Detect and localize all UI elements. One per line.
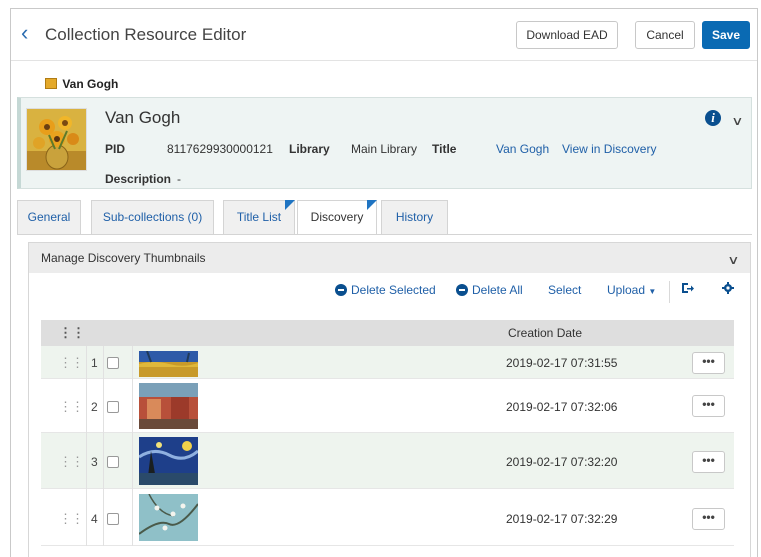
tab-bar: General Sub-collections (0) Title List D… <box>17 200 752 235</box>
tab-flag-icon <box>285 200 295 210</box>
creation-date: 2019-02-17 07:32:06 <box>506 400 618 414</box>
cell-divider <box>103 433 104 489</box>
thumbnails-toolbar: Delete Selected Delete All Select Upload… <box>29 281 750 305</box>
tab-label: History <box>395 210 434 224</box>
table-row[interactable]: ⋮⋮ 3 2019-02-17 07:32:20 ••• <box>41 433 734 489</box>
download-ead-button[interactable]: Download EAD <box>516 21 618 49</box>
upload-button[interactable]: Upload ▼ <box>607 283 656 297</box>
cancel-button[interactable]: Cancel <box>635 21 695 49</box>
tab-general[interactable]: General <box>17 200 81 234</box>
row-number: 2 <box>91 400 98 414</box>
delete-all-button[interactable]: Delete All <box>456 283 523 297</box>
description-label: Description <box>105 172 172 186</box>
pid-label: PID <box>105 142 126 156</box>
tab-sub-collections[interactable]: Sub-collections (0) <box>91 200 214 234</box>
drag-handle-icon: ⋮⋮ <box>59 325 85 340</box>
cell-divider <box>86 489 87 546</box>
delete-all-label: Delete All <box>472 283 523 297</box>
table-row[interactable]: ⋮⋮ 4 2019-02-17 07:32:29 ••• <box>41 489 734 546</box>
cell-divider <box>86 346 87 379</box>
tab-label: Title List <box>236 210 282 224</box>
library-label: Library <box>289 142 330 156</box>
cell-divider <box>86 379 87 433</box>
library-value: Main Library <box>351 142 418 156</box>
chevron-down-icon[interactable]: ∨ <box>731 114 743 128</box>
drag-handle-icon[interactable]: ⋮⋮ <box>59 355 84 371</box>
caret-down-icon: ▼ <box>648 287 657 296</box>
export-icon[interactable] <box>680 281 694 298</box>
minus-circle-icon <box>335 284 347 296</box>
cell-divider <box>103 489 104 546</box>
thumbnail-image <box>139 350 198 380</box>
row-number: 3 <box>91 455 98 469</box>
row-number: 4 <box>91 512 98 526</box>
row-number: 1 <box>91 356 98 370</box>
cell-divider <box>86 433 87 489</box>
editor-header: ‹ Collection Resource Editor Download EA… <box>11 9 757 61</box>
page-title: Collection Resource Editor <box>45 25 247 44</box>
row-checkbox[interactable] <box>107 456 119 468</box>
pid-value: 8117629930000121 <box>167 142 273 156</box>
row-checkbox[interactable] <box>107 513 119 525</box>
resource-card: Van Gogh i ∨ PID 8117629930000121 Librar… <box>17 97 752 189</box>
tab-label: General <box>27 210 71 224</box>
table-row[interactable]: ⋮⋮ 2 2019-02-17 07:32:06 ••• <box>41 379 734 433</box>
panel-title: Manage Discovery Thumbnails <box>41 251 206 265</box>
minus-circle-icon <box>456 284 468 296</box>
table-row[interactable]: ⋮⋮ 1 2019-02-17 07:31:55 ••• <box>41 346 734 379</box>
row-checkbox[interactable] <box>107 401 119 413</box>
tab-label: Sub-collections (0) <box>102 210 203 224</box>
editor-frame: ‹ Collection Resource Editor Download EA… <box>10 8 758 557</box>
description-value: - <box>177 172 181 186</box>
cell-divider <box>132 379 133 433</box>
column-header-creation-date[interactable]: Creation Date <box>508 326 582 340</box>
title-link[interactable]: Van Gogh <box>496 142 549 156</box>
drag-handle-icon[interactable]: ⋮⋮ <box>59 399 84 415</box>
drag-handle-icon[interactable]: ⋮⋮ <box>59 511 84 527</box>
view-in-discovery-link[interactable]: View in Discovery <box>562 142 656 156</box>
chevron-down-icon[interactable]: ∨ <box>727 253 739 267</box>
row-actions-button[interactable]: ••• <box>692 395 725 417</box>
toolbar-divider <box>669 281 670 303</box>
back-arrow-icon[interactable]: ‹ <box>21 21 28 45</box>
row-actions-button[interactable]: ••• <box>692 508 725 530</box>
row-actions-button[interactable]: ••• <box>692 352 725 374</box>
drag-handle-icon[interactable]: ⋮⋮ <box>59 454 84 470</box>
tab-discovery[interactable]: Discovery <box>297 200 377 235</box>
row-actions-button[interactable]: ••• <box>692 451 725 473</box>
tab-label: Discovery <box>310 210 364 224</box>
delete-selected-label: Delete Selected <box>351 283 436 297</box>
thumbnail-image <box>138 493 199 544</box>
cell-divider <box>132 433 133 489</box>
creation-date: 2019-02-17 07:32:20 <box>506 455 618 469</box>
info-icon[interactable]: i <box>705 110 721 126</box>
breadcrumb: Van Gogh <box>45 77 118 91</box>
title-label: Title <box>432 142 457 156</box>
cell-divider <box>132 346 133 379</box>
row-checkbox[interactable] <box>107 357 119 369</box>
collection-thumbnail <box>26 108 87 171</box>
collection-icon <box>45 78 57 89</box>
cell-divider <box>103 379 104 433</box>
panel-header[interactable]: Manage Discovery Thumbnails ∨ <box>29 243 750 273</box>
breadcrumb-label: Van Gogh <box>62 77 119 91</box>
cell-divider <box>132 489 133 546</box>
tab-title-list[interactable]: Title List <box>223 200 295 234</box>
upload-label: Upload <box>607 283 646 297</box>
creation-date: 2019-02-17 07:31:55 <box>506 356 618 370</box>
tab-divider <box>17 234 752 235</box>
thumbnails-panel: Manage Discovery Thumbnails ∨ Delete Sel… <box>28 242 751 557</box>
cell-divider <box>103 346 104 379</box>
tab-history[interactable]: History <box>381 200 448 234</box>
save-button[interactable]: Save <box>702 21 750 49</box>
thumbnail-image <box>138 437 199 488</box>
thumbnail-image <box>139 383 198 432</box>
resource-name: Van Gogh <box>105 108 181 127</box>
creation-date: 2019-02-17 07:32:29 <box>506 512 618 526</box>
select-button[interactable]: Select <box>548 283 581 297</box>
gear-icon[interactable] <box>722 282 734 297</box>
delete-selected-button[interactable]: Delete Selected <box>335 283 436 297</box>
table-header: ⋮⋮ Creation Date <box>41 320 734 346</box>
tab-flag-icon <box>367 200 377 210</box>
